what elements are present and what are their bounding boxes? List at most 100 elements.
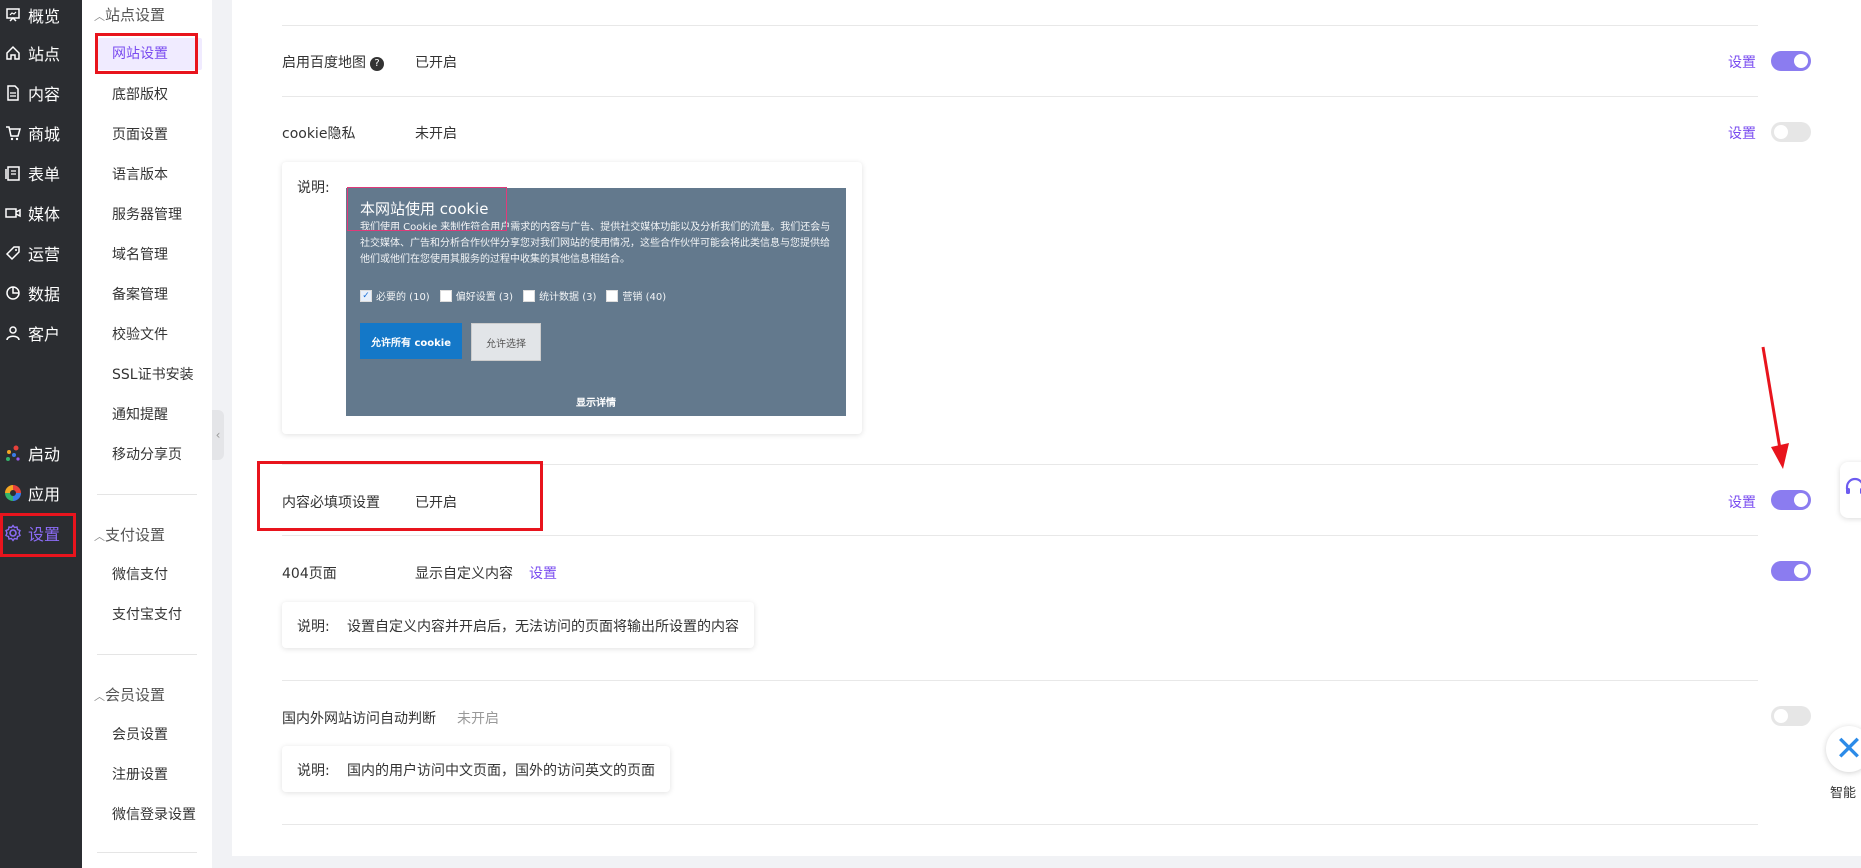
nav-item-launch[interactable]: 启动 xyxy=(0,438,82,468)
presentation-icon xyxy=(2,7,24,23)
cookie-option-necessary[interactable]: ✓ 必要的 (10) xyxy=(360,288,430,303)
checkbox-checked-icon: ✓ xyxy=(360,289,372,302)
nav-item-overview[interactable]: 概览 xyxy=(0,0,82,30)
tag-icon xyxy=(2,245,24,261)
annotation-highlight-box xyxy=(257,461,543,531)
nav-label: 商城 xyxy=(28,125,61,144)
cookie-option-statistics[interactable]: 统计数据 (3) xyxy=(523,288,596,303)
cookie-privacy-label: cookie隐私 xyxy=(282,126,356,142)
allow-all-cookies-button[interactable]: 允许所有 cookie xyxy=(360,323,462,359)
submenu-item-language-version[interactable]: 语言版本 xyxy=(112,164,168,184)
form-icon xyxy=(2,165,24,181)
cookie-toggle[interactable] xyxy=(1771,122,1811,142)
nav-item-shop[interactable]: 商城 xyxy=(0,118,82,148)
cookie-options: ✓ 必要的 (10) 偏好设置 (3) 统计数据 (3) 营销 (40) xyxy=(360,288,666,303)
section-toggle-payment[interactable]: ︿支付设置 xyxy=(94,524,165,545)
nav-label: 数据 xyxy=(28,285,61,304)
required-fields-settings-link[interactable]: 设置 xyxy=(1728,492,1756,512)
submenu-item-alipay[interactable]: 支付宝支付 xyxy=(112,604,182,624)
document-icon xyxy=(2,85,24,101)
submenu-item-ssl-install[interactable]: SSL证书安装 xyxy=(112,364,194,384)
page404-label: 404页面 xyxy=(282,566,337,582)
nav-item-media[interactable]: 媒体 xyxy=(0,198,82,228)
nav-item-data[interactable]: 数据 xyxy=(0,278,82,308)
annotation-highlight-box xyxy=(0,513,76,557)
nav-label: 内容 xyxy=(28,85,61,104)
nav-item-operation[interactable]: 运营 xyxy=(0,238,82,268)
divider xyxy=(282,824,1758,825)
pie-chart-icon xyxy=(2,285,24,301)
cart-icon xyxy=(2,125,24,141)
annotation-highlight-box xyxy=(95,33,198,74)
divider xyxy=(97,852,197,853)
left-navigation: 概览 站点 内容 商城 表单 媒体 运营 数据 客户 启动 应用 设置 xyxy=(0,0,82,868)
submenu-item-wechat-login[interactable]: 微信登录设置 xyxy=(112,804,196,824)
nav-label: 媒体 xyxy=(28,205,61,224)
checkbox-icon xyxy=(439,289,452,302)
chevron-up-icon: ︿ xyxy=(94,690,105,703)
note-text: 国内的用户访问中文页面，国外的访问英文的页面 xyxy=(347,763,655,779)
geo-note-card: 说明: 国内的用户访问中文页面，国外的访问英文的页面 xyxy=(282,746,670,792)
divider xyxy=(282,535,1758,536)
required-fields-toggle[interactable] xyxy=(1771,490,1811,510)
chevron-left-icon: ‹ xyxy=(215,428,221,442)
submenu-item-mobile-share[interactable]: 移动分享页 xyxy=(112,444,182,464)
launch-dots-icon xyxy=(2,444,24,462)
nav-item-apps[interactable]: 应用 xyxy=(0,478,82,508)
nav-label: 启动 xyxy=(28,445,61,464)
submenu-item-member-settings[interactable]: 会员设置 xyxy=(112,724,168,744)
section-toggle-member[interactable]: ︿会员设置 xyxy=(94,684,165,705)
note-label: 说明: xyxy=(297,763,330,779)
annotation-highlight-box xyxy=(347,187,507,231)
annotation-arrow-icon xyxy=(1761,346,1789,469)
cookie-option-marketing[interactable]: 营销 (40) xyxy=(606,288,666,303)
submenu-item-domain-management[interactable]: 域名管理 xyxy=(112,244,168,264)
submenu-item-page-settings[interactable]: 页面设置 xyxy=(112,124,168,144)
cookie-privacy-status: 未开启 xyxy=(415,126,457,142)
baidu-map-label: 启用百度地图? xyxy=(282,52,384,72)
ai-assistant-label: 智能 xyxy=(1830,786,1857,801)
nav-label: 运营 xyxy=(28,245,61,264)
divider xyxy=(282,25,1758,26)
page404-status: 显示自定义内容 xyxy=(415,566,513,582)
submenu-item-notifications[interactable]: 通知提醒 xyxy=(112,404,168,424)
home-icon xyxy=(2,45,24,61)
submenu-item-register-settings[interactable]: 注册设置 xyxy=(112,764,168,784)
nav-label: 站点 xyxy=(28,45,61,64)
nav-label: 客户 xyxy=(28,325,61,344)
settings-submenu: ︿站点设置 网站设置 底部版权 页面设置 语言版本 服务器管理 域名管理 备案管… xyxy=(82,0,212,868)
submenu-item-verification-file[interactable]: 校验文件 xyxy=(112,324,168,344)
baidu-map-toggle[interactable] xyxy=(1771,51,1811,71)
page404-settings-link[interactable]: 设置 xyxy=(529,563,557,583)
nav-item-content[interactable]: 内容 xyxy=(0,78,82,108)
submenu-item-wechat-pay[interactable]: 微信支付 xyxy=(112,564,168,584)
page404-note-card: 说明: 设置自定义内容并开启后，无法访问的页面将输出所设置的内容 xyxy=(282,602,754,648)
divider xyxy=(97,494,197,495)
cookie-option-preferences[interactable]: 偏好设置 (3) xyxy=(439,288,513,303)
geo-redirect-toggle[interactable] xyxy=(1771,706,1811,726)
note-label: 说明: xyxy=(297,619,330,635)
show-details-link[interactable]: 显示详情 xyxy=(346,394,846,409)
cookie-settings-link[interactable]: 设置 xyxy=(1728,123,1756,143)
baidu-map-status: 已开启 xyxy=(415,55,457,71)
chevron-up-icon: ︿ xyxy=(94,530,105,543)
apps-wheel-icon xyxy=(2,484,24,502)
submenu-item-server-management[interactable]: 服务器管理 xyxy=(112,204,182,224)
note-label: 说明: xyxy=(297,180,330,196)
submenu-item-footer-copyright[interactable]: 底部版权 xyxy=(112,84,168,104)
nav-item-site[interactable]: 站点 xyxy=(0,38,82,68)
section-toggle-site-settings[interactable]: ︿站点设置 xyxy=(94,4,165,25)
divider xyxy=(282,680,1758,681)
help-icon[interactable]: ? xyxy=(370,57,384,71)
submenu-item-icp-filing[interactable]: 备案管理 xyxy=(112,284,168,304)
chevron-up-icon: ︿ xyxy=(94,10,105,23)
support-widget[interactable] xyxy=(1840,462,1861,518)
baidu-map-settings-link[interactable]: 设置 xyxy=(1728,52,1756,72)
collapse-sidebar-handle[interactable]: ‹ xyxy=(212,410,224,460)
close-x-icon: ✕ xyxy=(1834,729,1861,769)
nav-item-customer[interactable]: 客户 xyxy=(0,318,82,348)
page404-toggle[interactable] xyxy=(1771,561,1811,581)
geo-redirect-status: 未开启 xyxy=(457,711,499,727)
nav-item-form[interactable]: 表单 xyxy=(0,158,82,188)
allow-selected-button[interactable]: 允许选择 xyxy=(471,323,541,361)
